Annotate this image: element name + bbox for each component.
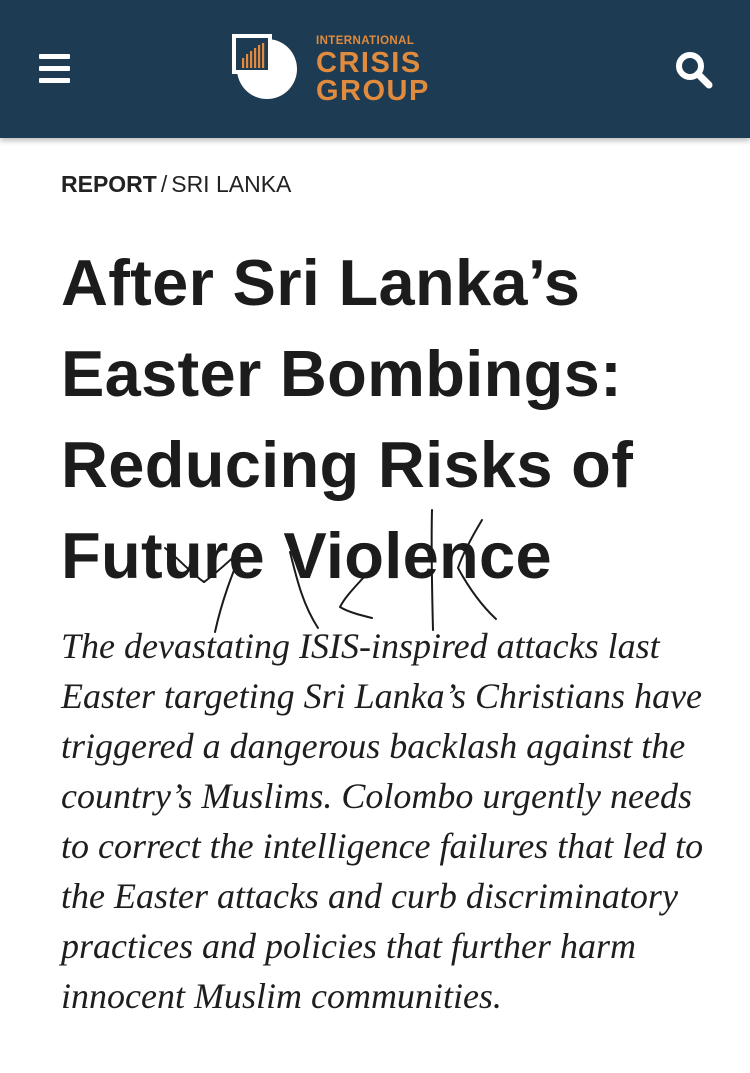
logo-text-international: INTERNATIONAL <box>316 35 415 47</box>
crisis-group-logo-icon <box>232 34 297 99</box>
search-icon[interactable] <box>674 50 714 90</box>
page-title: After Sri Lanka’s Easter Bombings: Reduc… <box>61 246 634 592</box>
breadcrumb-separator: / <box>160 171 168 197</box>
logo-text-group: GROUP <box>316 75 430 107</box>
breadcrumb-country-link[interactable]: SRI LANKA <box>171 171 291 197</box>
crisis-group-logo[interactable]: INTERNATIONAL CRISIS GROUP <box>232 34 442 107</box>
menu-line <box>39 66 70 71</box>
breadcrumb: REPORT / SRI LANKA <box>61 171 291 198</box>
hamburger-menu-icon[interactable] <box>38 52 72 86</box>
article-summary: The devastating ISIS-inspired attacks la… <box>61 626 704 1016</box>
top-navigation-bar: INTERNATIONAL CRISIS GROUP <box>0 0 750 138</box>
menu-line <box>39 78 70 83</box>
breadcrumb-report-link[interactable]: REPORT <box>61 171 157 197</box>
logo-text-crisis: CRISIS <box>316 47 422 79</box>
menu-line <box>39 54 70 59</box>
